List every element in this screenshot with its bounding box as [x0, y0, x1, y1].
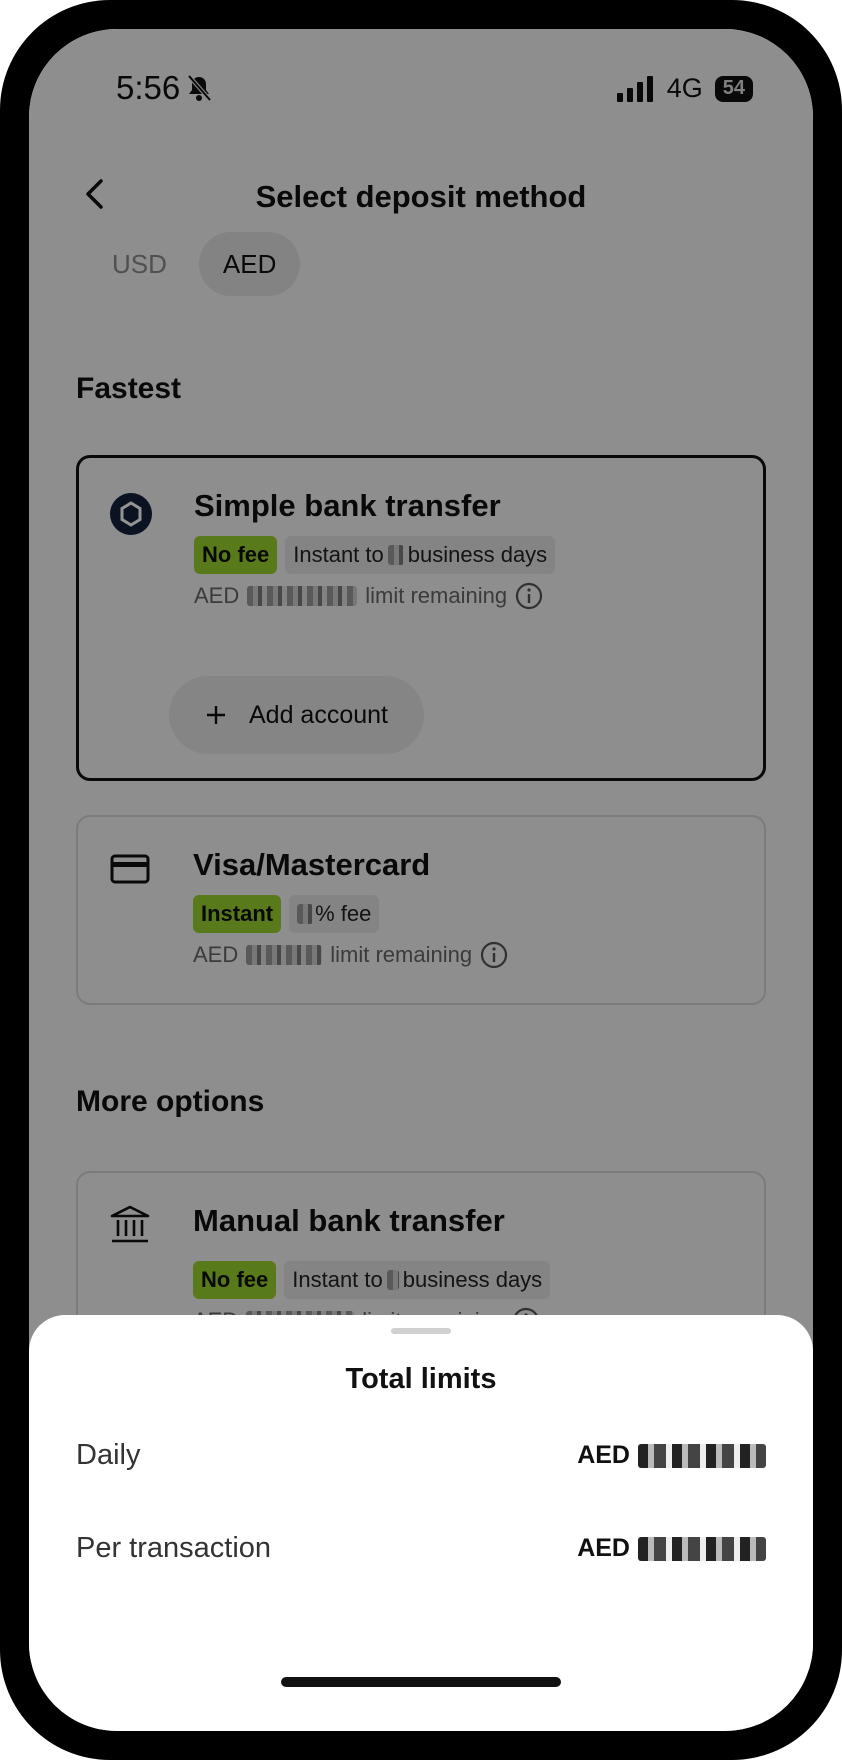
- total-limits-sheet: Total limits Daily AED Per transaction A…: [29, 1315, 813, 1731]
- daily-limit-row: Daily AED: [76, 1439, 766, 1472]
- screen: 5:56 4G 54 Select deposit method USD AED…: [29, 29, 813, 1731]
- daily-label: Daily: [76, 1439, 141, 1471]
- per-transaction-label: Per transaction: [76, 1532, 272, 1564]
- sheet-grabber[interactable]: [391, 1328, 451, 1334]
- daily-value: AED: [577, 1441, 766, 1470]
- sheet-title: Total limits: [345, 1363, 497, 1395]
- phone-bezel: 5:56 4G 54 Select deposit method USD AED…: [0, 0, 842, 1760]
- per-transaction-value: AED: [577, 1534, 766, 1563]
- redacted-amount: [638, 1536, 766, 1561]
- per-transaction-limit-row: Per transaction AED: [76, 1532, 766, 1565]
- daily-currency: AED: [577, 1441, 630, 1469]
- home-indicator: [281, 1677, 561, 1687]
- per-transaction-currency: AED: [577, 1534, 630, 1562]
- redacted-amount: [638, 1443, 766, 1468]
